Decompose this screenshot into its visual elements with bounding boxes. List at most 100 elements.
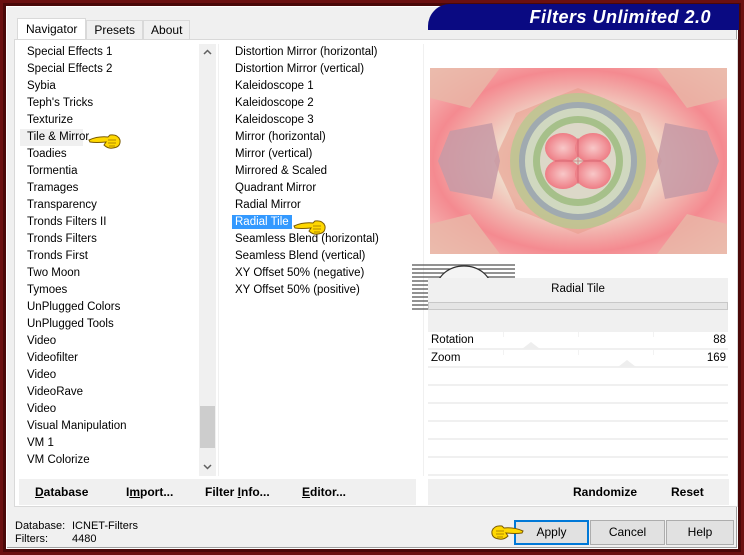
pointing-hand-icon [293, 220, 326, 235]
tab-presets[interactable]: Presets [86, 20, 144, 40]
tab-navigator[interactable]: Navigator [17, 18, 87, 40]
category-item[interactable]: UnPlugged Colors [20, 299, 198, 316]
filter-info-button[interactable]: Filter Info... [205, 485, 270, 499]
category-item[interactable]: Video [20, 401, 198, 418]
tab-about[interactable]: About [143, 20, 191, 40]
cancel-button[interactable]: Cancel [590, 520, 665, 545]
filter-item[interactable]: Seamless Blend (vertical) [228, 248, 418, 265]
slider-tick [503, 332, 504, 337]
filter-item[interactable]: Mirror (horizontal) [228, 129, 418, 146]
filter-item[interactable]: Quadrant Mirror [228, 180, 418, 197]
empty-param-row [428, 458, 728, 476]
slider-zoom[interactable]: Zoom 169 [428, 350, 728, 368]
category-item[interactable]: Tronds Filters [20, 231, 198, 248]
apply-button[interactable]: Apply [514, 520, 589, 545]
filter-item[interactable]: Radial Mirror [228, 197, 418, 214]
param-header: Radial Tile [428, 278, 728, 302]
category-item[interactable]: Tramages [20, 180, 198, 197]
pointing-hand-icon [491, 525, 524, 540]
filter-item-label: Quadrant Mirror [235, 182, 317, 194]
filter-item[interactable]: XY Offset 50% (negative) [228, 265, 418, 282]
slider-rotation[interactable]: Rotation 88 [428, 332, 728, 350]
slider-label: Rotation [431, 334, 474, 346]
empty-param-row [428, 404, 728, 422]
category-item[interactable]: Special Effects 1 [20, 44, 198, 61]
category-item[interactable]: Special Effects 2 [20, 61, 198, 78]
parameter-panel: Radial Tile Rotation 88 Zoom 169 [428, 278, 728, 478]
category-item[interactable]: Tronds First [20, 248, 198, 265]
category-item[interactable]: Tronds Filters II [20, 214, 198, 231]
database-value: ICNET-Filters [72, 520, 138, 532]
filter-item-label: XY Offset 50% (negative) [235, 267, 365, 279]
empty-param-row [428, 368, 728, 386]
empty-param-row [428, 440, 728, 458]
filter-item-label: Seamless Blend (vertical) [235, 250, 366, 262]
empty-param-row [428, 422, 728, 440]
filter-item-label: Mirror (vertical) [235, 148, 313, 160]
category-item-partial[interactable] [20, 469, 198, 475]
tab-bar: Navigator Presets About [17, 18, 191, 40]
filter-item[interactable]: Mirror (vertical) [228, 146, 418, 163]
filter-item[interactable]: XY Offset 50% (positive) [228, 282, 418, 299]
category-item[interactable]: Video [20, 367, 198, 384]
param-filter-name: Radial Tile [551, 283, 605, 295]
scroll-down-arrow-icon[interactable] [199, 459, 216, 476]
category-item[interactable]: VM 1 [20, 435, 198, 452]
filter-item-label: Radial Mirror [235, 199, 301, 211]
category-list[interactable]: Special Effects 1 Special Effects 2 Sybia T… [20, 44, 198, 476]
database-button[interactable]: Database [35, 485, 88, 499]
reset-button[interactable]: Reset [671, 485, 704, 499]
filter-item[interactable]: Kaleidoscope 1 [228, 78, 418, 95]
filter-item[interactable]: Distortion Mirror (vertical) [228, 61, 418, 78]
filter-item-label: Radial Tile [232, 215, 292, 229]
category-item[interactable]: UnPlugged Tools [20, 316, 198, 333]
filter-item[interactable]: Mirrored & Scaled [228, 163, 418, 180]
category-item[interactable]: Two Moon [20, 265, 198, 282]
category-item[interactable]: VM Colorize [20, 452, 198, 469]
slider-label: Zoom [431, 352, 461, 364]
empty-param-row [428, 386, 728, 404]
filter-item-label: Distortion Mirror (vertical) [235, 63, 365, 75]
category-scrollbar[interactable] [199, 44, 216, 476]
preview-image [430, 68, 727, 254]
category-item[interactable]: Transparency [20, 197, 198, 214]
database-label: Database: [15, 520, 66, 532]
slider-tick [503, 350, 504, 355]
category-item[interactable]: VideoRave [20, 384, 198, 401]
filters-count-label: Filters: [15, 533, 48, 545]
preview-divider [423, 44, 424, 476]
scrollbar-thumb[interactable] [200, 406, 215, 448]
list-divider [218, 44, 219, 476]
import-button[interactable]: Import... [126, 485, 173, 499]
slider-tick [578, 332, 579, 337]
category-item[interactable]: Texturize [20, 112, 198, 129]
randomize-button[interactable]: Randomize [573, 485, 637, 499]
category-item[interactable]: Video [20, 333, 198, 350]
category-item[interactable]: Sybia [20, 78, 198, 95]
scroll-up-arrow-icon[interactable] [199, 44, 216, 61]
app-title: Filters Unlimited 2.0 [529, 7, 711, 27]
category-item[interactable]: Teph's Tricks [20, 95, 198, 112]
filter-item-label: Kaleidoscope 2 [235, 97, 314, 109]
category-item[interactable]: Tile & Mirror [20, 129, 89, 146]
category-item[interactable]: Tormentia [20, 163, 198, 180]
filter-item-label: Mirrored & Scaled [235, 165, 328, 177]
filter-item[interactable]: Distortion Mirror (horizontal) [228, 44, 418, 61]
filter-item[interactable]: Kaleidoscope 3 [228, 112, 418, 129]
param-separator [428, 302, 728, 310]
help-button[interactable]: Help [666, 520, 734, 545]
status-info: Database: ICNET-Filters Filters: 4480 [15, 520, 138, 546]
filter-item[interactable]: Kaleidoscope 2 [228, 95, 418, 112]
category-item[interactable]: Visual Manipulation [20, 418, 198, 435]
navigator-toolbar: Database Import... Filter Info... Editor… [19, 479, 416, 505]
title-banner: Filters Unlimited 2.0 [428, 4, 739, 30]
editor-button[interactable]: Editor... [302, 485, 346, 499]
category-item[interactable]: Tymoes [20, 282, 198, 299]
slider-thumb[interactable] [522, 342, 540, 349]
slider-tick [653, 350, 654, 355]
filter-item-label: Kaleidoscope 1 [235, 80, 314, 92]
filter-list[interactable]: Distortion Mirror (horizontal) Distortion… [228, 44, 418, 476]
slider-thumb[interactable] [618, 360, 636, 367]
pointing-hand-icon [88, 134, 121, 149]
category-item[interactable]: Videofilter [20, 350, 198, 367]
